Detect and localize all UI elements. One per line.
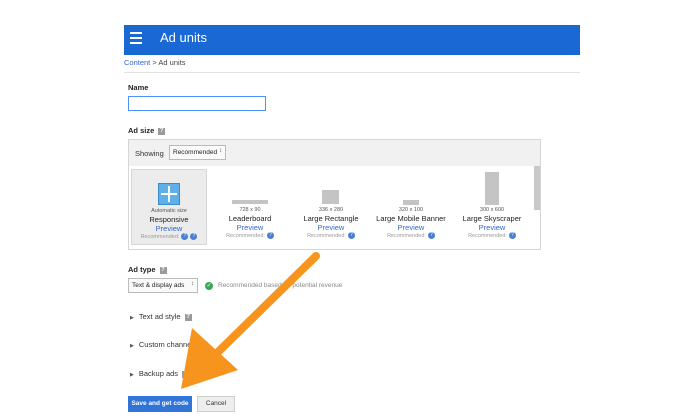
scrollbar[interactable] <box>534 166 540 210</box>
section-backup-ads[interactable]: ▶ Backup ads? <box>130 369 190 378</box>
help-icon[interactable]: ? <box>200 341 208 349</box>
ad-size-name: Large Skyscraper <box>462 214 522 223</box>
recommended-row: Recommended:?? <box>132 233 206 240</box>
recommended-label: Recommended: <box>307 232 346 239</box>
ad-size-option-responsive[interactable]: Automatic size Responsive Preview Recomm… <box>131 169 207 245</box>
ad-size-option-leaderboard[interactable]: 728 x 90 Leaderboard Preview Recommended… <box>212 169 288 245</box>
recommended-label: Recommended: <box>226 232 265 239</box>
recommendation-text: Recommended based on potential revenue <box>218 282 343 289</box>
section-label: Backup ads <box>138 369 179 378</box>
recommended-row: Recommended:? <box>454 232 530 239</box>
page-title: Ad units <box>160 30 207 45</box>
breadcrumb: Content > Ad units <box>124 58 186 67</box>
help-icon[interactable]: ? <box>181 233 189 240</box>
ad-size-label: Ad size? <box>128 126 166 135</box>
recommended-row: Recommended:? <box>293 232 369 239</box>
expand-triangle-icon: ▶ <box>130 372 134 378</box>
ad-size-option-large-skyscraper[interactable]: 300 x 600 Large Skyscraper Preview Recom… <box>454 169 530 245</box>
help-icon[interactable]: ? <box>427 232 435 239</box>
responsive-size-icon <box>158 183 180 205</box>
name-input[interactable] <box>128 96 266 111</box>
ad-size-label-text: Ad size <box>128 126 155 135</box>
large-mobile-banner-shape <box>403 200 419 205</box>
ad-type-label-text: Ad type <box>128 265 156 274</box>
showing-select[interactable]: Recommended ↕ <box>169 145 226 160</box>
recommended-row: Recommended:? <box>373 232 449 239</box>
showing-label: Showing <box>135 149 164 158</box>
section-custom-channels[interactable]: ▶ Custom channels? <box>130 340 208 349</box>
preview-link[interactable]: Preview <box>454 223 530 232</box>
preview-link[interactable]: Preview <box>373 223 449 232</box>
ad-size-dimensions: Automatic size <box>151 208 187 214</box>
ad-size-dimensions: 336 x 280 <box>318 207 344 213</box>
section-label: Custom channels <box>138 340 197 349</box>
app-header: Ad units <box>124 25 580 55</box>
section-label: Text ad style <box>138 312 181 321</box>
select-arrows-icon: ↕ <box>219 148 222 154</box>
help-icon[interactable]: ? <box>190 233 198 240</box>
ad-size-option-large-rectangle[interactable]: 336 x 280 Large Rectangle Preview Recomm… <box>293 169 369 245</box>
check-icon: ✓ <box>205 282 213 290</box>
ad-size-dimensions: 320 x 100 <box>398 207 424 213</box>
help-icon[interactable]: ? <box>159 266 167 274</box>
breadcrumb-content-link[interactable]: Content <box>124 58 150 67</box>
help-icon[interactable]: ? <box>347 232 355 239</box>
ad-size-name: Large Rectangle <box>303 214 359 223</box>
help-icon[interactable]: ? <box>182 370 190 378</box>
ad-type-select-value: Text & display ads <box>132 282 185 289</box>
help-icon[interactable]: ? <box>508 232 516 239</box>
preview-link[interactable]: Preview <box>293 223 369 232</box>
preview-link[interactable]: Preview <box>212 223 288 232</box>
recommended-label: Recommended: <box>387 232 426 239</box>
ad-size-option-large-mobile-banner[interactable]: 320 x 100 Large Mobile Banner Preview Re… <box>373 169 449 245</box>
recommended-label: Recommended: <box>140 233 180 240</box>
ad-size-dimensions: 300 x 600 <box>479 207 505 213</box>
section-text-ad-style[interactable]: ▶ Text ad style? <box>130 312 192 321</box>
breadcrumb-current: Ad units <box>158 58 186 67</box>
name-label: Name <box>128 83 149 92</box>
cancel-button[interactable]: Cancel <box>197 396 235 412</box>
help-icon[interactable]: ? <box>266 232 274 239</box>
ad-size-name: Large Mobile Banner <box>376 214 446 223</box>
ad-type-select[interactable]: Text & display ads ↕ <box>128 278 198 293</box>
showing-select-value: Recommended <box>173 149 218 156</box>
expand-triangle-icon: ▶ <box>130 315 134 321</box>
help-icon[interactable]: ? <box>158 127 166 135</box>
recommended-row: Recommended:? <box>212 232 288 239</box>
recommended-label: Recommended: <box>468 232 507 239</box>
showing-filter-bar: Showing Recommended ↕ <box>129 140 540 166</box>
divider <box>124 72 580 73</box>
save-and-get-code-button[interactable]: Save and get code <box>128 396 192 412</box>
leaderboard-shape <box>232 200 268 204</box>
ad-size-name: Responsive <box>149 215 189 224</box>
select-arrows-icon: ↕ <box>191 281 194 287</box>
ad-size-picker: Showing Recommended ↕ Automatic size Res… <box>128 139 541 250</box>
ad-size-dimensions: 728 x 90 <box>239 207 261 213</box>
ad-size-name: Leaderboard <box>228 214 272 223</box>
large-skyscraper-shape <box>485 172 499 205</box>
large-rectangle-shape <box>322 190 339 204</box>
preview-link[interactable]: Preview <box>132 224 206 233</box>
expand-triangle-icon: ▶ <box>130 343 134 349</box>
hamburger-menu-icon[interactable] <box>130 32 144 46</box>
help-icon[interactable]: ? <box>184 313 192 321</box>
ad-type-label: Ad type? <box>128 265 167 274</box>
